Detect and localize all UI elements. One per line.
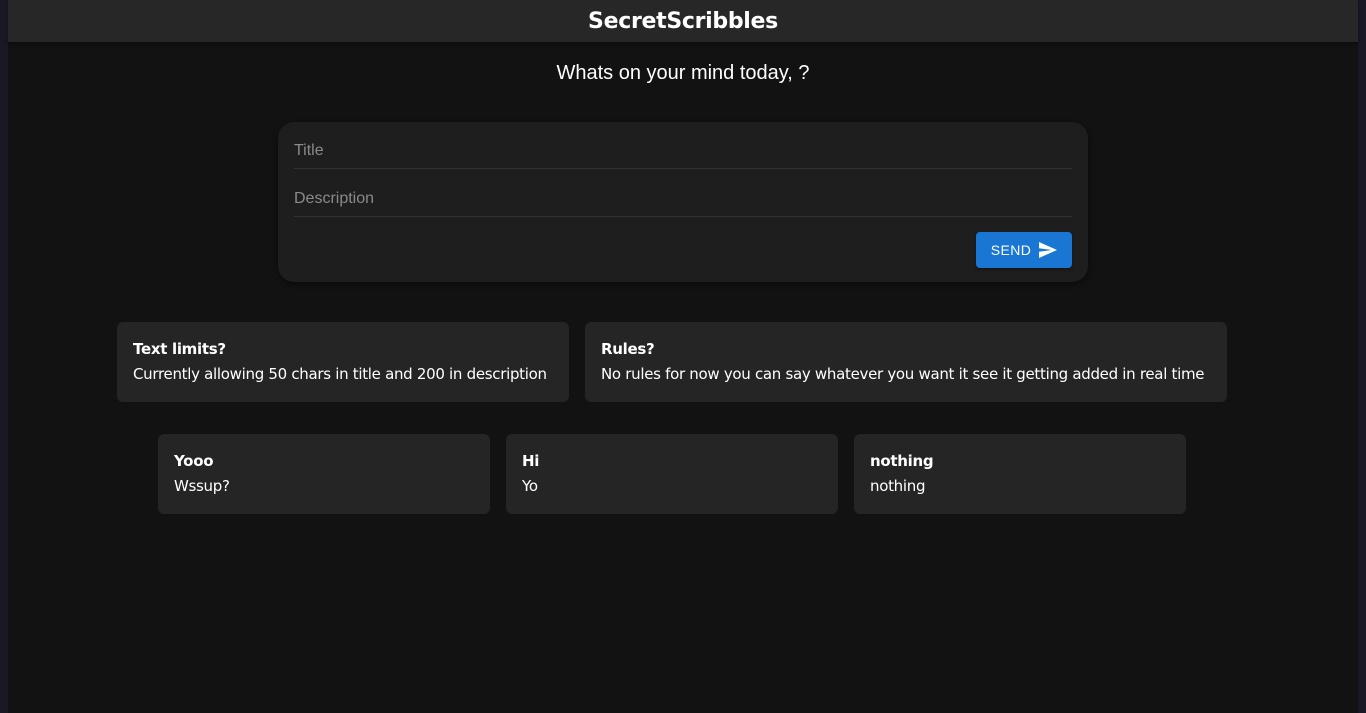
post-card: Yooo Wssup? [158, 434, 490, 514]
new-post-form: SEND [278, 122, 1088, 282]
send-icon [1039, 242, 1058, 258]
info-card-title: Text limits? [133, 340, 226, 358]
info-card-title: Rules? [601, 340, 655, 358]
post-title: Yooo [174, 452, 214, 470]
post-body: Wssup? [174, 477, 230, 495]
post-body: Yo [522, 477, 538, 495]
info-card-body: Currently allowing 50 chars in title and… [133, 365, 547, 383]
app-bar: SecretScribbles [8, 0, 1358, 42]
post-title: nothing [870, 452, 934, 470]
send-button-label: SEND [990, 242, 1032, 258]
app-title: SecretScribbles [588, 8, 778, 34]
title-input[interactable] [294, 134, 1072, 169]
post-body: nothing [870, 477, 926, 495]
app-frame: SecretScribbles Whats on your mind today… [8, 0, 1358, 713]
info-card-rules: Rules? No rules for now you can say what… [585, 322, 1227, 402]
post-title: Hi [522, 452, 540, 470]
description-input[interactable] [294, 182, 1072, 217]
info-card-body: No rules for now you can say whatever yo… [601, 365, 1205, 383]
send-button[interactable]: SEND [976, 232, 1072, 268]
post-card: nothing nothing [854, 434, 1186, 514]
info-card-text-limits: Text limits? Currently allowing 50 chars… [117, 322, 569, 402]
post-card: Hi Yo [506, 434, 838, 514]
greeting-text: Whats on your mind today, ? [556, 62, 810, 84]
